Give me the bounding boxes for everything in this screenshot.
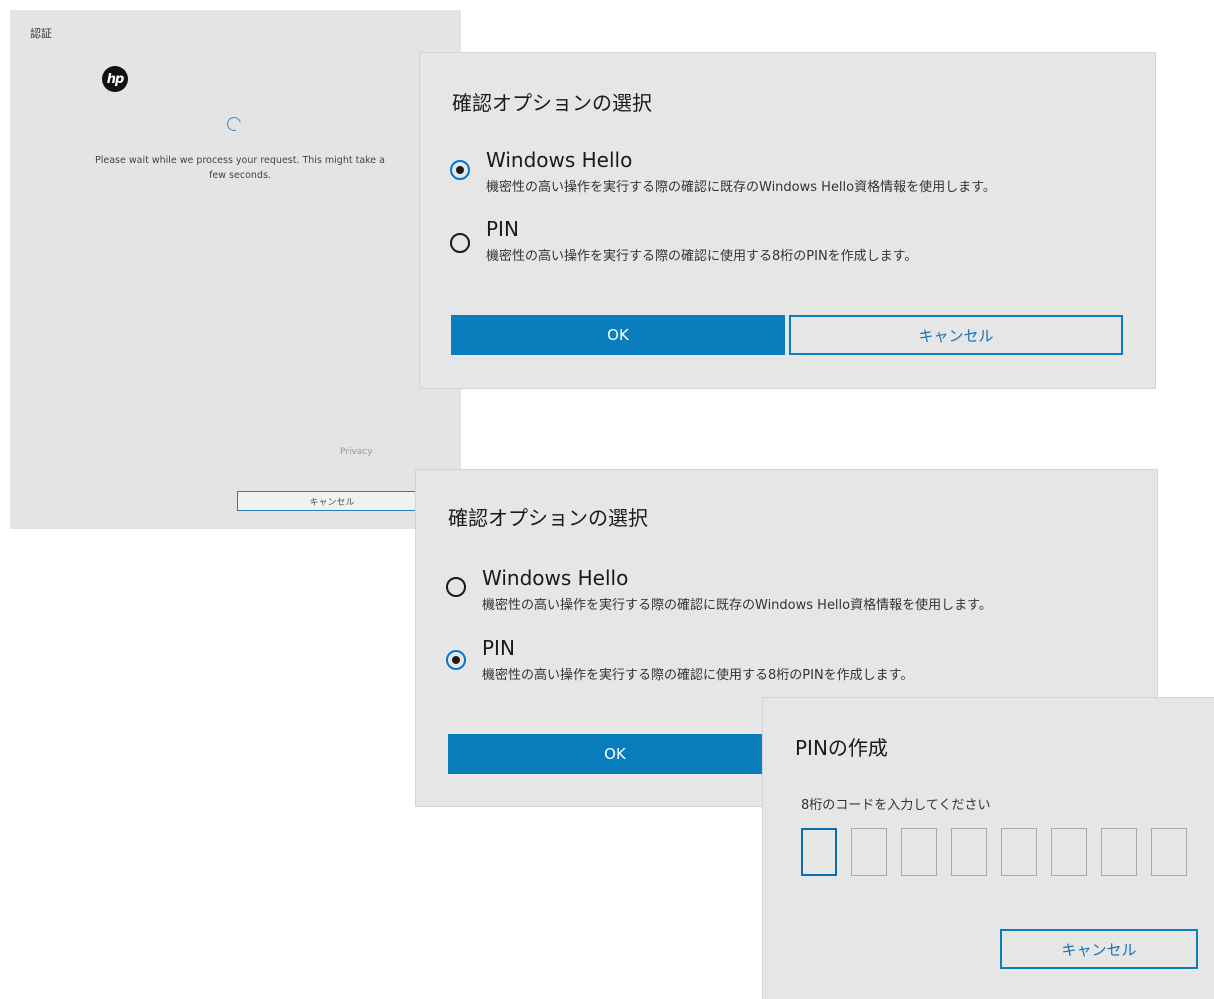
windows-hello-radio[interactable]: [450, 160, 470, 180]
pin-digit-input[interactable]: [1051, 828, 1087, 876]
option-name: Windows Hello: [482, 566, 629, 590]
pin-digit-input[interactable]: [1001, 828, 1037, 876]
pin-prompt: 8桁のコードを入力してください: [801, 798, 991, 813]
windows-hello-radio[interactable]: [446, 577, 466, 597]
pin-create-dialog: PINの作成 8桁のコードを入力してください キャンセル: [763, 698, 1214, 999]
pin-input-group: [801, 828, 1187, 876]
cancel-button[interactable]: キャンセル: [1000, 929, 1198, 969]
option-description: 機密性の高い操作を実行する際の確認に既存のWindows Hello資格情報を使…: [482, 598, 992, 613]
window-title: 認証: [30, 27, 52, 40]
option-name: Windows Hello: [486, 148, 633, 172]
pin-radio[interactable]: [446, 650, 466, 670]
pin-digit-input[interactable]: [901, 828, 937, 876]
hp-logo-icon: hp: [102, 66, 128, 92]
privacy-link[interactable]: Privacy: [340, 447, 373, 457]
ok-button[interactable]: OK: [448, 734, 782, 774]
verify-option-dialog: 確認オプションの選択 Windows Hello 機密性の高い操作を実行する際の…: [420, 53, 1155, 388]
pin-radio[interactable]: [450, 233, 470, 253]
pin-digit-input[interactable]: [801, 828, 837, 876]
dialog-heading: 確認オプションの選択: [448, 506, 648, 530]
pin-digit-input[interactable]: [1151, 828, 1187, 876]
wait-message: Please wait while we process your reques…: [95, 155, 385, 181]
auth-window: 認証 hp Please wait while we process your …: [10, 10, 461, 529]
pin-digit-input[interactable]: [1101, 828, 1137, 876]
option-name: PIN: [482, 636, 515, 660]
loading-spinner-icon: [224, 114, 244, 134]
cancel-button[interactable]: キャンセル: [789, 315, 1123, 355]
ok-button[interactable]: OK: [451, 315, 785, 355]
cancel-button[interactable]: キャンセル: [237, 491, 427, 511]
dialog-heading: PINの作成: [795, 736, 888, 760]
option-description: 機密性の高い操作を実行する際の確認に使用する8桁のPINを作成します。: [482, 668, 914, 683]
pin-digit-input[interactable]: [851, 828, 887, 876]
pin-digit-input[interactable]: [951, 828, 987, 876]
option-description: 機密性の高い操作を実行する際の確認に既存のWindows Hello資格情報を使…: [486, 180, 996, 195]
dialog-heading: 確認オプションの選択: [452, 91, 652, 115]
option-name: PIN: [486, 217, 519, 241]
option-description: 機密性の高い操作を実行する際の確認に使用する8桁のPINを作成します。: [486, 249, 918, 264]
